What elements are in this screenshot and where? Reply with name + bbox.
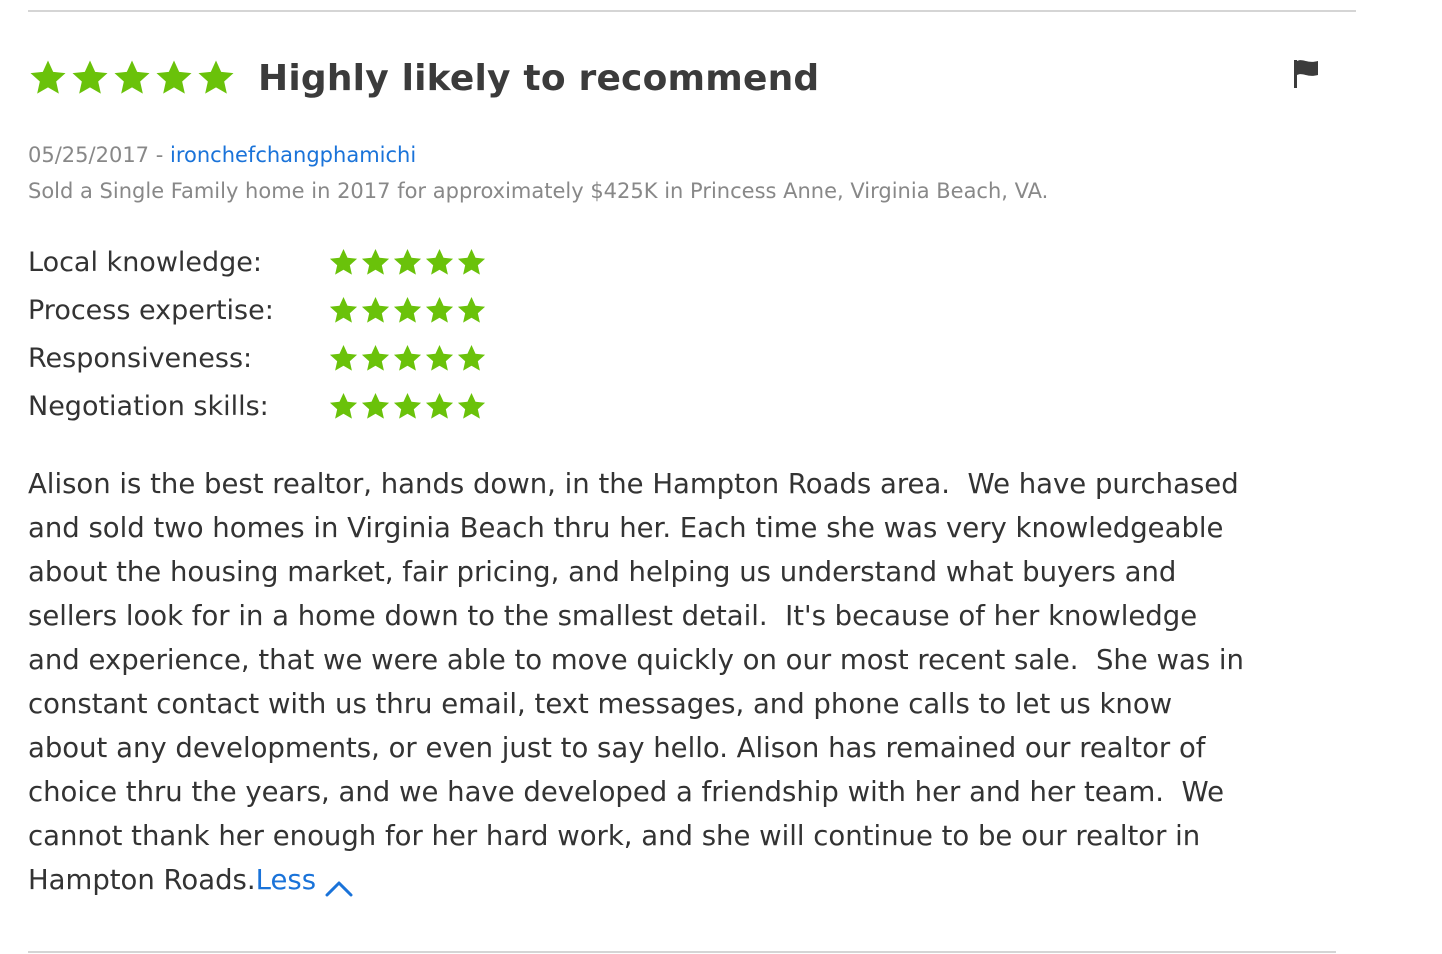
star-icon	[457, 248, 486, 275]
star-icon	[329, 248, 358, 275]
review-date: 05/25/2017	[28, 143, 150, 167]
star-icon	[425, 296, 454, 323]
rating-label: Process expertise:	[28, 294, 274, 326]
star-icon	[361, 296, 390, 323]
rating-label: Responsiveness:	[28, 342, 253, 374]
star-icon	[156, 60, 192, 94]
top-divider	[28, 10, 1356, 12]
star-icon	[72, 60, 108, 94]
star-icon	[393, 296, 422, 323]
review-text: Alison is the best realtor, hands down, …	[28, 468, 1244, 896]
rating-stars	[328, 343, 487, 374]
star-icon	[329, 344, 358, 371]
star-icon	[457, 296, 486, 323]
star-icon	[361, 248, 390, 275]
meta-separator: -	[149, 143, 170, 167]
star-icon	[457, 344, 486, 371]
star-icon	[329, 392, 358, 419]
sub-ratings: Local knowledge: Process expertise: Respon…	[28, 238, 487, 430]
rating-row: Negotiation skills:	[28, 382, 487, 430]
rating-row: Local knowledge:	[28, 238, 487, 286]
star-icon	[114, 60, 150, 94]
flag-icon[interactable]	[1292, 58, 1322, 90]
rating-stars	[328, 247, 487, 278]
star-icon	[30, 60, 66, 94]
review-meta: 05/25/2017 - ironchefchangphamichi Sold …	[28, 140, 1048, 208]
overall-star-rating	[28, 58, 236, 98]
review-body: Alison is the best realtor, hands down, …	[28, 462, 1348, 902]
star-icon	[425, 248, 454, 275]
star-icon	[457, 392, 486, 419]
review-header: Highly likely to recommend	[28, 48, 819, 108]
rating-row: Process expertise:	[28, 286, 487, 334]
star-icon	[198, 60, 234, 94]
star-icon	[393, 392, 422, 419]
rating-row: Responsiveness:	[28, 334, 487, 382]
less-link[interactable]: Less	[255, 864, 354, 897]
star-icon	[425, 392, 454, 419]
less-label: Less	[255, 864, 317, 896]
star-icon	[329, 296, 358, 323]
rating-label: Local knowledge:	[28, 246, 263, 278]
star-icon	[361, 392, 390, 419]
chevron-up-icon	[324, 867, 354, 897]
star-icon	[393, 248, 422, 275]
review-headline: Highly likely to recommend	[258, 57, 820, 99]
star-icon	[361, 344, 390, 371]
rating-stars	[328, 295, 487, 326]
star-icon	[393, 344, 422, 371]
rating-stars	[328, 391, 487, 422]
bottom-divider	[28, 951, 1336, 953]
rating-label: Negotiation skills:	[28, 390, 269, 422]
star-icon	[425, 344, 454, 371]
author-link[interactable]: ironchefchangphamichi	[170, 143, 416, 167]
transaction-details: Sold a Single Family home in 2017 for ap…	[28, 179, 1049, 203]
